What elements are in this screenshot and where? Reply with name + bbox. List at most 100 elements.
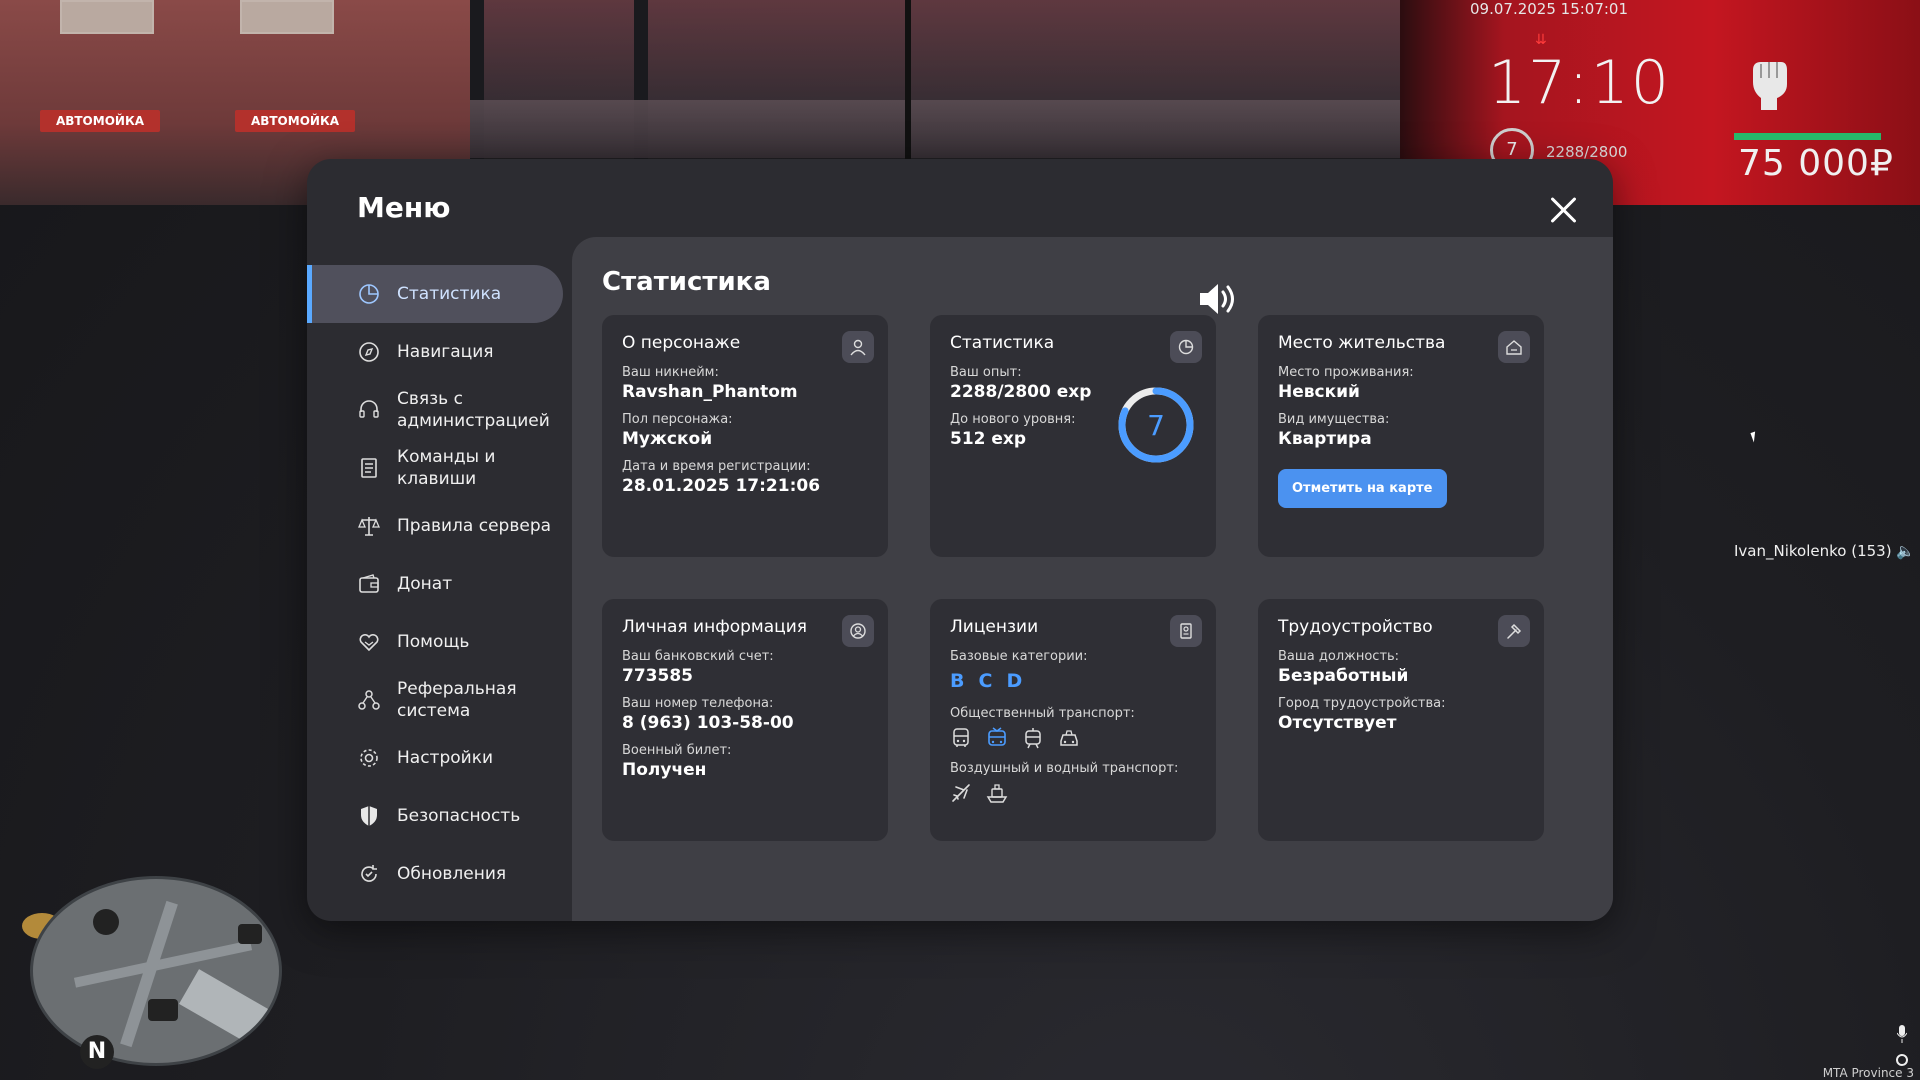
nearby-player-label: Ivan_Nikolenko (153) 🔈: [1734, 542, 1915, 560]
card-title: Трудоустройство: [1278, 617, 1433, 637]
content-title: Статистика: [602, 267, 771, 297]
mouse-cursor: [1750, 431, 1759, 443]
level-number: 7: [1147, 409, 1165, 442]
card-title: Лицензии: [950, 617, 1039, 637]
sidebar: Статистика Навигация Связь с администрац…: [307, 265, 563, 903]
sidebar-item-statistics[interactable]: Статистика: [307, 265, 563, 323]
pie-chart-icon: [359, 284, 379, 304]
sidebar-item-label: Связь с администрацией: [397, 389, 550, 431]
card-personal-info: Личная информация Ваш банковский счет: 7…: [602, 599, 888, 841]
card-title: Статистика: [950, 333, 1055, 353]
phone-value: 8 (963) 103-58-00: [622, 713, 794, 733]
refresh-icon: [361, 865, 377, 882]
bus-icon: [953, 728, 969, 747]
job-city-value: Отсутствует: [1278, 713, 1397, 733]
background-fence: [470, 100, 1410, 158]
gender-label: Пол персонажа:: [622, 412, 733, 427]
sidebar-item-label: Статистика: [397, 284, 502, 304]
sidebar-item-label: Правила сервера: [397, 516, 552, 536]
air-water-transport-label: Воздушный и водный транспорт:: [950, 761, 1179, 776]
sidebar-item-navigation[interactable]: Навигация: [307, 323, 563, 381]
public-transport-label: Общественный транспорт:: [950, 706, 1135, 721]
gear-icon: [360, 749, 378, 767]
residence-place-value: Невский: [1278, 382, 1360, 402]
phone-label: Ваш номер телефона:: [622, 696, 774, 711]
card-title: Личная информация: [622, 617, 808, 637]
sidebar-item-help[interactable]: Помощь: [307, 613, 563, 671]
server-footer: MTA Province 3: [1822, 1066, 1914, 1080]
sidebar-item-label: Помощь: [397, 632, 470, 652]
card-statistics: Статистика Ваш опыт: 2288/2800 exp До но…: [930, 315, 1216, 557]
speaker-small-icon: 🔈: [1896, 542, 1916, 560]
sidebar-item-commands[interactable]: Команды и клавиши: [307, 439, 563, 497]
hud-clock: 17:10: [1488, 48, 1671, 118]
health-bar: [1734, 133, 1881, 140]
license-card-icon: [1170, 615, 1202, 647]
minimap[interactable]: [30, 876, 282, 1066]
mark-on-map-button[interactable]: Отметить на карте: [1278, 469, 1447, 508]
shield-icon: [361, 806, 377, 826]
card-residence: Место жительства Место проживания: Невск…: [1258, 315, 1544, 557]
wallet-icon: [359, 574, 379, 593]
network-icon: [358, 690, 380, 710]
nickname-value: Ravshan_Phantom: [622, 382, 798, 402]
headset-icon: [359, 400, 379, 418]
arrow-down-icon: ⇊: [1535, 32, 1547, 48]
registration-value: 28.01.2025 17:21:06: [622, 476, 821, 496]
sidebar-item-updates[interactable]: Обновления: [307, 845, 563, 903]
sidebar-item-server-rules[interactable]: Правила сервера: [307, 497, 563, 555]
residence-place-label: Место проживания:: [1278, 365, 1414, 380]
license-category-b: B: [950, 670, 965, 692]
content-panel: Статистика О персонаже Ваш никнейм: Ravs…: [572, 237, 1613, 921]
profile-circle-icon: [842, 615, 874, 647]
player-name: Ivan_Nikolenko (153): [1734, 542, 1892, 560]
building-window: [240, 0, 334, 34]
background-pole: [905, 0, 911, 160]
gender-value: Мужской: [622, 429, 713, 449]
sidebar-item-donate[interactable]: Донат: [307, 555, 563, 613]
position-value: Безработный: [1278, 666, 1409, 686]
menu-title: Меню: [357, 191, 451, 224]
card-title: О персонаже: [622, 333, 741, 353]
bank-value: 773585: [622, 666, 693, 686]
level-progress-ring: 7: [1118, 387, 1194, 463]
public-transport-icons: [950, 727, 1196, 749]
bank-label: Ваш банковский счет:: [622, 649, 774, 664]
sidebar-item-admin-contact[interactable]: Связь с администрацией: [307, 381, 563, 439]
microphone-icon: [1897, 1025, 1907, 1043]
user-icon: [842, 331, 874, 363]
trolleybus-icon: [988, 727, 1006, 746]
compass-icon: [359, 342, 379, 362]
sidebar-item-security[interactable]: Безопасность: [307, 787, 563, 845]
air-water-transport-icons: [950, 782, 1196, 804]
sidebar-item-label: Донат: [397, 574, 453, 594]
sidebar-item-label: Безопасность: [397, 806, 521, 826]
tram-icon: [1025, 728, 1041, 749]
card-employment: Трудоустройство Ваша должность: Безработ…: [1258, 599, 1544, 841]
building-window: [60, 0, 154, 34]
sidebar-item-label: Обновления: [397, 864, 507, 884]
property-type-label: Вид имущества:: [1278, 412, 1390, 427]
license-category-d: D: [1006, 670, 1023, 692]
boat-icon: [986, 784, 1008, 803]
sidebar-item-label: Настройки: [397, 748, 494, 768]
north-indicator: N: [80, 1035, 114, 1069]
document-icon: [361, 458, 377, 478]
fist-icon: [1753, 62, 1787, 110]
nickname-label: Ваш никнейм:: [622, 365, 719, 380]
carwash-sign: АВТОМОЙКА: [235, 110, 355, 132]
sidebar-item-label: Реферальная система: [397, 679, 517, 721]
speaker-icon[interactable]: [1197, 281, 1237, 317]
scales-icon: [358, 517, 380, 536]
hud-money: 75 000₽: [1738, 143, 1894, 184]
carwash-sign: АВТОМОЙКА: [40, 110, 160, 132]
military-label: Военный билет:: [622, 743, 732, 758]
property-type-value: Квартира: [1278, 429, 1372, 449]
card-title: Место жительства: [1278, 333, 1446, 353]
license-category-c: C: [978, 670, 993, 692]
sidebar-item-settings[interactable]: Настройки: [307, 729, 563, 787]
sidebar-item-referral[interactable]: Реферальная система: [307, 671, 563, 729]
license-categories: B C D: [950, 670, 1196, 692]
close-button[interactable]: [1547, 193, 1581, 227]
hud-datetime: 09.07.2025 15:07:01: [1470, 0, 1629, 18]
